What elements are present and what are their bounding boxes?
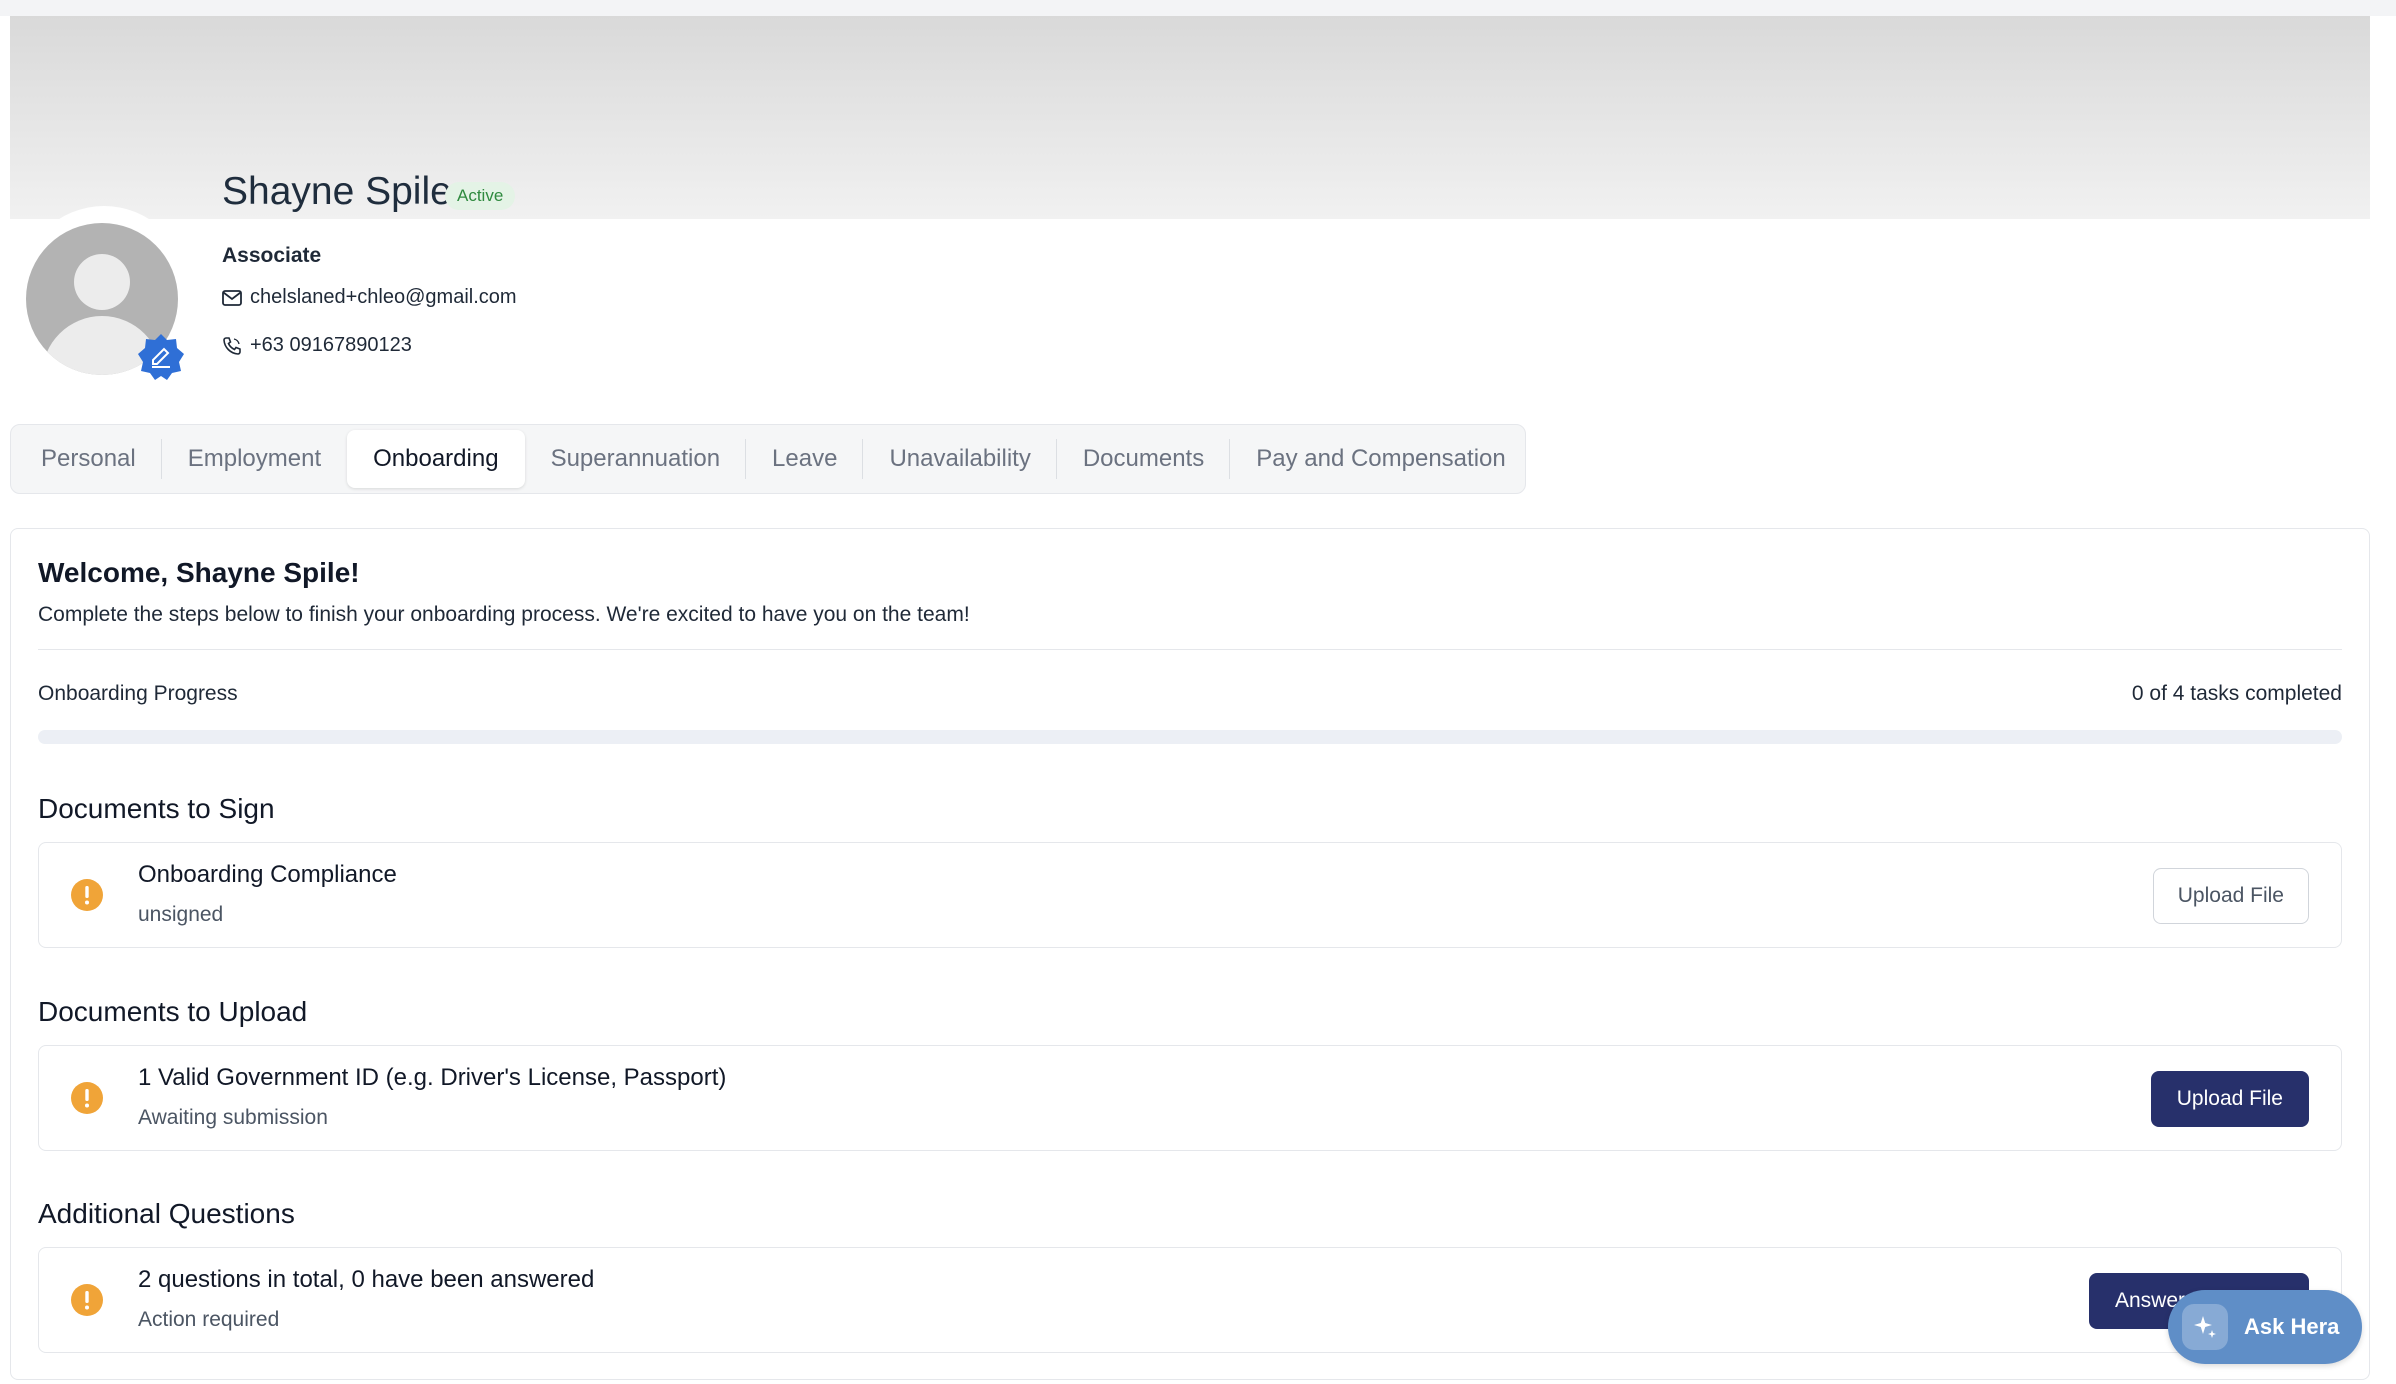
progress-label: Onboarding Progress bbox=[38, 682, 238, 705]
divider bbox=[38, 649, 2342, 650]
item-status: unsigned bbox=[138, 903, 224, 926]
progress-count: 0 of 4 tasks completed bbox=[2131, 682, 2342, 705]
tab-personal[interactable]: Personal bbox=[15, 430, 162, 488]
phone-text: +63 09167890123 bbox=[250, 334, 412, 356]
tab-onboarding[interactable]: Onboarding bbox=[347, 430, 525, 488]
section-documents-to-upload: Documents to Upload bbox=[38, 996, 308, 1027]
warning-icon bbox=[71, 1082, 103, 1114]
item-title: Onboarding Compliance bbox=[138, 861, 397, 888]
tab-employment[interactable]: Employment bbox=[162, 430, 347, 488]
mail-icon bbox=[222, 289, 242, 306]
tab-leave[interactable]: Leave bbox=[746, 430, 864, 488]
tab-pay-and-compensation[interactable]: Pay and Compensation bbox=[1230, 430, 1532, 488]
tab-unavailability[interactable]: Unavailability bbox=[863, 430, 1058, 488]
warning-icon bbox=[71, 1284, 103, 1316]
welcome-heading: Welcome, Shayne Spile! bbox=[38, 557, 360, 588]
employee-role: Associate bbox=[222, 244, 322, 267]
ask-hera-label: Ask Hera bbox=[2244, 1314, 2340, 1339]
upload-file-button[interactable]: Upload File bbox=[2152, 868, 2309, 924]
top-strip bbox=[0, 0, 2396, 16]
list-item: 2 questions in total, 0 have been answer… bbox=[38, 1247, 2342, 1353]
employee-name: Shayne Spile bbox=[222, 170, 452, 213]
upload-file-button[interactable]: Upload File bbox=[2150, 1071, 2309, 1127]
list-item: 1 Valid Government ID (e.g. Driver's Lic… bbox=[38, 1045, 2342, 1151]
list-item: Onboarding Compliance unsigned Upload Fi… bbox=[38, 842, 2342, 948]
phone-icon bbox=[223, 336, 241, 355]
email-row: chelslaned+chleo@gmail.com bbox=[222, 286, 517, 309]
section-documents-to-sign: Documents to Sign bbox=[38, 793, 275, 824]
email-text[interactable]: chelslaned+chleo@gmail.com bbox=[250, 286, 517, 309]
edit-avatar-icon[interactable] bbox=[136, 332, 186, 382]
status-badge: Active bbox=[445, 182, 516, 210]
sparkle-icon bbox=[2182, 1304, 2228, 1350]
onboarding-card: Welcome, Shayne Spile! Complete the step… bbox=[10, 528, 2370, 1380]
phone-row: +63 09167890123 bbox=[222, 334, 412, 357]
tab-documents[interactable]: Documents bbox=[1057, 430, 1231, 488]
item-status: Action required bbox=[138, 1308, 280, 1331]
ask-hera-button[interactable]: Ask Hera bbox=[2168, 1290, 2362, 1364]
avatar-head bbox=[74, 254, 130, 310]
item-title: 2 questions in total, 0 have been answer… bbox=[138, 1266, 595, 1293]
item-status: Awaiting submission bbox=[138, 1106, 328, 1129]
profile-tabs: Personal Employment Onboarding Superannu… bbox=[10, 424, 1526, 494]
section-additional-questions: Additional Questions bbox=[38, 1198, 295, 1229]
welcome-subtitle: Complete the steps below to finish your … bbox=[38, 603, 970, 626]
progress-bar bbox=[38, 730, 2342, 744]
warning-icon bbox=[71, 879, 103, 911]
item-title: 1 Valid Government ID (e.g. Driver's Lic… bbox=[138, 1064, 727, 1091]
tab-superannuation[interactable]: Superannuation bbox=[525, 430, 747, 488]
